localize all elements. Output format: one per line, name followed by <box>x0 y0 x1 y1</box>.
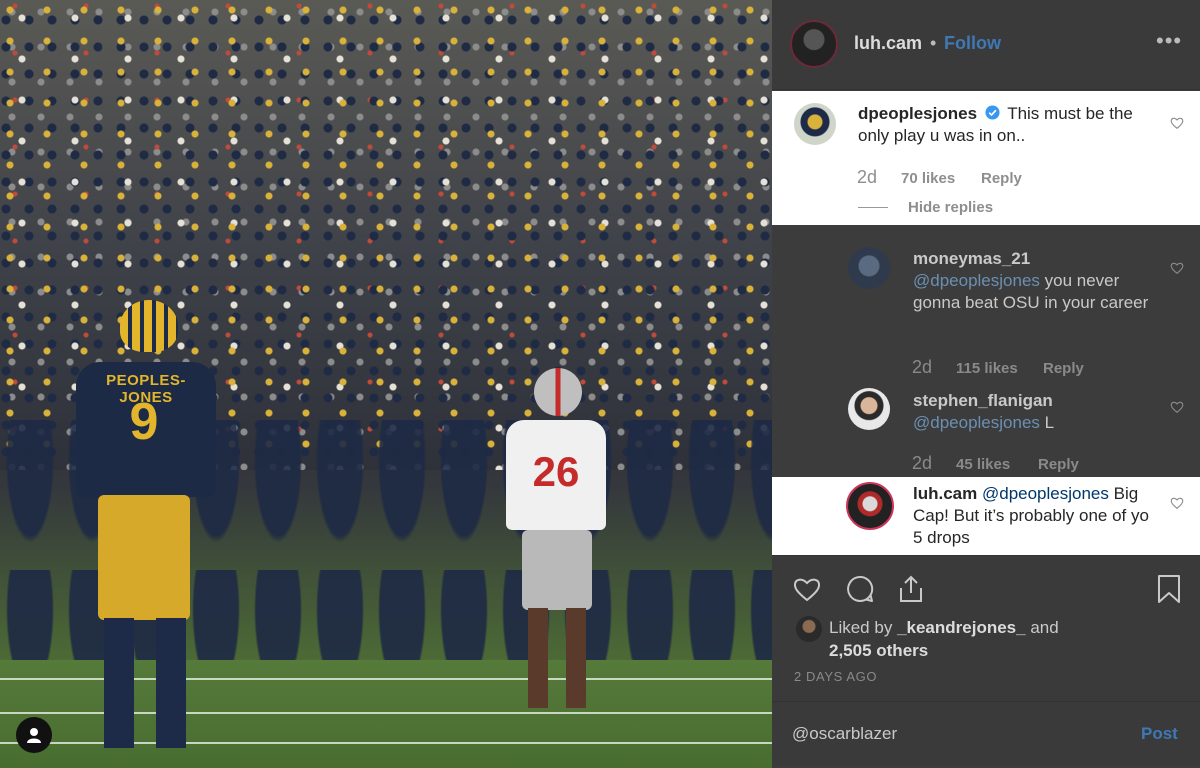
comment-body: dpeoplesjones This must be the only play… <box>858 103 1158 147</box>
tagged-user-icon[interactable] <box>16 717 52 753</box>
comment-likes[interactable]: 115 likes <box>956 360 1018 377</box>
follow-button[interactable]: Follow <box>944 33 1001 54</box>
comment-mention[interactable]: @dpeoplesjones <box>982 484 1109 503</box>
commenter-avatar[interactable] <box>794 103 836 145</box>
comment-item: dpeoplesjones This must be the only play… <box>772 91 1200 225</box>
commenter-avatar[interactable] <box>848 388 890 430</box>
comment-time: 2d <box>857 167 878 187</box>
commenter-avatar[interactable] <box>848 247 890 289</box>
separator-dot: • <box>930 33 937 53</box>
comment-body: moneymas_21 @dpeoplesjones you never gon… <box>913 248 1153 314</box>
share-upload-icon[interactable] <box>896 574 926 604</box>
comment-body: stephen_flanigan @dpeoplesjones L <box>913 390 1153 434</box>
more-options-icon[interactable]: ••• <box>1156 28 1182 54</box>
bookmark-icon[interactable] <box>1154 574 1184 604</box>
post-side-panel: luh.cam • Follow ••• dpeoplesjones This … <box>772 0 1200 768</box>
comment-text: L <box>1044 413 1055 432</box>
player-helmet <box>120 300 178 352</box>
post-date[interactable]: 2 DAYS AGO <box>794 669 877 684</box>
liked-by-and: and <box>1030 618 1059 637</box>
reply-button[interactable]: Reply <box>1038 456 1079 473</box>
comment-item: stephen_flanigan @dpeoplesjones L 2d 45 … <box>772 380 1200 476</box>
liker-avatar[interactable] <box>796 616 822 642</box>
comment-username[interactable]: dpeoplesjones <box>858 104 977 123</box>
liked-by-prefix: Liked by <box>829 618 893 637</box>
comment-username[interactable]: stephen_flanigan <box>913 391 1053 410</box>
comment-likes[interactable]: 45 likes <box>956 456 1010 473</box>
like-comment-heart-icon[interactable] <box>1170 116 1184 130</box>
commenter-avatar[interactable] <box>846 482 894 530</box>
player-legs <box>104 618 186 748</box>
liked-by-summary: Liked by _keandrejones_ and 2,505 others <box>829 616 1059 662</box>
author-username[interactable]: luh.cam <box>854 33 922 54</box>
hide-replies-button[interactable]: Hide replies <box>908 199 993 216</box>
comment-time: 2d <box>912 453 933 473</box>
comment-input[interactable]: @oscarblazer <box>792 724 897 744</box>
comment-username[interactable]: moneymas_21 <box>913 249 1030 268</box>
liked-by-user[interactable]: _keandrejones_ <box>897 618 1026 637</box>
comment-likes[interactable]: 70 likes <box>901 170 955 187</box>
comment-mention[interactable]: @dpeoplesjones <box>913 413 1040 432</box>
post-comment-button[interactable]: Post <box>1141 724 1178 744</box>
jersey-number: 9 <box>129 393 159 451</box>
player-peoples-jones: PEOPLES-JONES 9 <box>76 300 216 750</box>
comment-item: luh.cam @dpeoplesjones Big Cap! But it’s… <box>772 477 1200 555</box>
likes-count[interactable]: 2,505 others <box>829 641 928 660</box>
jersey-number: 26 <box>532 448 580 495</box>
author-avatar[interactable] <box>790 20 838 68</box>
like-comment-heart-icon[interactable] <box>1170 261 1184 275</box>
player-legs <box>528 608 586 708</box>
like-heart-icon[interactable] <box>792 574 822 604</box>
reply-button[interactable]: Reply <box>1043 360 1084 377</box>
post-header: luh.cam • Follow ••• <box>772 0 1200 90</box>
player-helmet <box>534 368 582 416</box>
post-photo[interactable]: PEOPLES-JONES 9 26 <box>0 0 772 768</box>
add-comment-bar: @oscarblazer Post <box>772 701 1200 766</box>
comment-bubble-icon[interactable] <box>845 574 875 604</box>
like-comment-heart-icon[interactable] <box>1170 400 1184 414</box>
comment-mention[interactable]: @dpeoplesjones <box>913 271 1040 290</box>
player-pants <box>522 530 592 610</box>
comment-body: luh.cam @dpeoplesjones Big Cap! But it’s… <box>913 483 1158 549</box>
verified-badge-icon <box>985 105 1000 120</box>
replies-divider <box>858 207 888 208</box>
comment-time: 2d <box>912 357 933 377</box>
reply-button[interactable]: Reply <box>981 170 1022 187</box>
player-pants <box>98 495 190 620</box>
person-icon <box>27 728 41 743</box>
comment-username[interactable]: luh.cam <box>913 484 977 503</box>
like-comment-heart-icon[interactable] <box>1170 496 1184 510</box>
player-26: 26 <box>506 368 606 718</box>
post-actions: Liked by _keandrejones_ and 2,505 others… <box>772 555 1200 765</box>
comment-item: moneymas_21 @dpeoplesjones you never gon… <box>772 236 1200 377</box>
